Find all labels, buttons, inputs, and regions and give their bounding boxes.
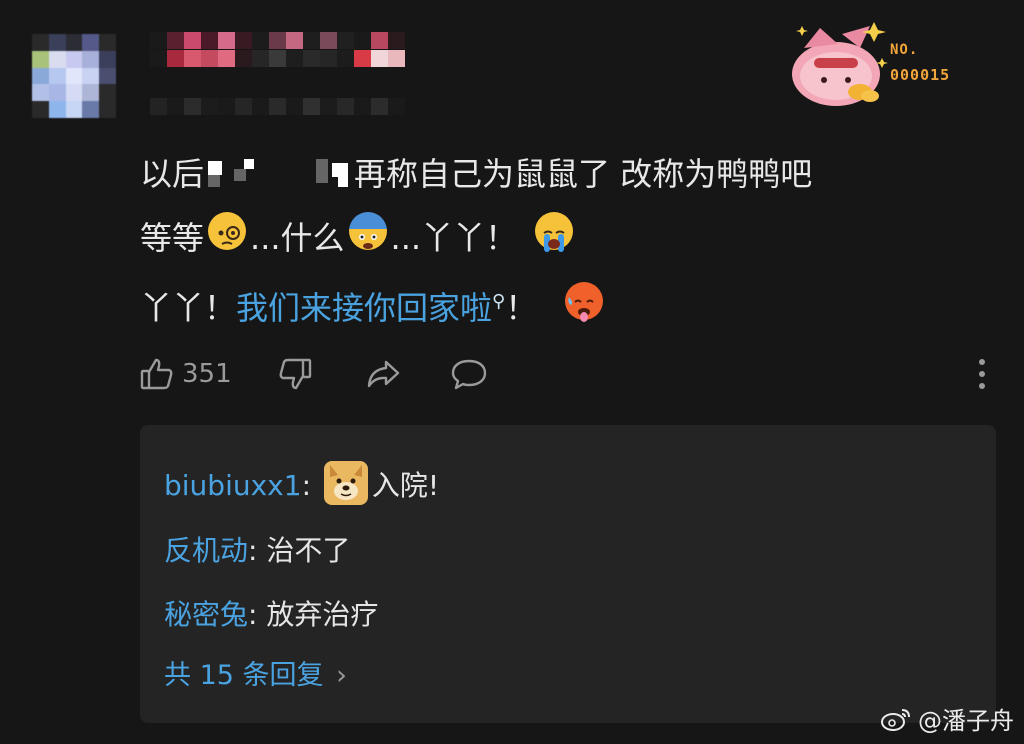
doge-emoji-icon [323, 461, 368, 505]
topic-link-label: 我们来接你回家啦 [236, 289, 493, 327]
meta-pixelated [150, 98, 405, 115]
reply-separator: : [301, 469, 311, 502]
thumbs-up-icon [140, 358, 173, 390]
username-pixelated[interactable] [150, 32, 405, 49]
share-icon [367, 360, 400, 388]
reply-text: 入院! [371, 469, 440, 502]
reply-separator: : [248, 534, 258, 567]
reply-text: 治不了 [266, 534, 351, 567]
comment-line-2-a: 等等 [140, 219, 205, 257]
avatar[interactable] [32, 34, 116, 118]
comment-line-3: 丫丫！我们来接你回家啦⚲！ [140, 270, 900, 334]
reply-item[interactable]: biubiuxx1: 入院! [164, 461, 439, 505]
comment-line-2: 等等 ...什么 ...丫丫！ [140, 206, 900, 270]
reply-username[interactable]: 反机动 [164, 534, 248, 567]
like-count: 351 [182, 359, 232, 389]
topic-link[interactable]: 我们来接你回家啦⚲ [236, 289, 505, 327]
crying-face-emoji-icon [535, 212, 574, 252]
more-vertical-icon [979, 359, 985, 389]
comment-line-2-b: ...什么 [250, 219, 345, 257]
like-button[interactable]: 351 [138, 352, 232, 396]
comment-line-1-start: 以后 [140, 155, 205, 193]
hot-face-emoji-icon [565, 282, 604, 322]
reply-button[interactable] [450, 352, 488, 396]
comment-screen: NO. 000015 以后 再称自己为鼠鼠了 改称为鸭鸭吧 等等 ...什么 ...丫… [0, 0, 1024, 744]
more-options-button[interactable] [964, 352, 1000, 396]
reply-item[interactable]: 秘密兔: 放弃治疗 [164, 593, 378, 633]
comment-line-1: 以后 再称自己为鼠鼠了 改称为鸭鸭吧 [140, 142, 900, 206]
share-button[interactable] [364, 352, 402, 396]
action-bar: 351 [138, 352, 998, 396]
fearful-face-emoji-icon [348, 212, 387, 250]
censored-text [204, 155, 354, 191]
thumbs-down-icon [279, 358, 312, 390]
reply-item[interactable]: 反机动: 治不了 [164, 529, 350, 569]
badge-no-label: NO. [890, 42, 919, 58]
badge-number: 000015 [890, 66, 951, 84]
comment-line-2-c: ...丫丫！ [390, 219, 518, 257]
search-icon: ⚲ [492, 291, 506, 312]
reply-username[interactable]: biubiuxx1 [164, 469, 302, 502]
monocle-face-emoji-icon [208, 212, 247, 250]
watermark-handle: @潘子舟 [918, 707, 1014, 735]
view-all-replies-link[interactable]: 共 15 条回复 › [164, 653, 347, 692]
comment-line-1-end: 再称自己为鼠鼠了 改称为鸭鸭吧 [354, 155, 813, 193]
replies-panel: biubiuxx1: 入院! 反机动: 治不了 秘密兔: 放弃治疗 共 15 条… [140, 425, 996, 723]
fan-badge-icon [792, 22, 888, 106]
comment-line-3-a: 丫丫！ [140, 289, 237, 327]
chevron-right-icon: › [336, 660, 347, 691]
reply-separator: : [248, 598, 258, 631]
reply-text: 放弃治疗 [266, 598, 379, 631]
comment-body: 以后 再称自己为鼠鼠了 改称为鸭鸭吧 等等 ...什么 ...丫丫！ 丫丫！我们来接你… [140, 142, 900, 334]
weibo-logo-icon [881, 708, 910, 731]
view-all-replies-label: 共 15 条回复 [164, 660, 324, 691]
dislike-button[interactable] [276, 352, 314, 396]
comment-icon [451, 359, 487, 390]
weibo-watermark: @潘子舟 [880, 701, 1014, 736]
username-pixelated-row2 [150, 50, 405, 67]
reply-username[interactable]: 秘密兔 [164, 598, 248, 631]
comment-line-3-end: ！ [505, 289, 538, 327]
